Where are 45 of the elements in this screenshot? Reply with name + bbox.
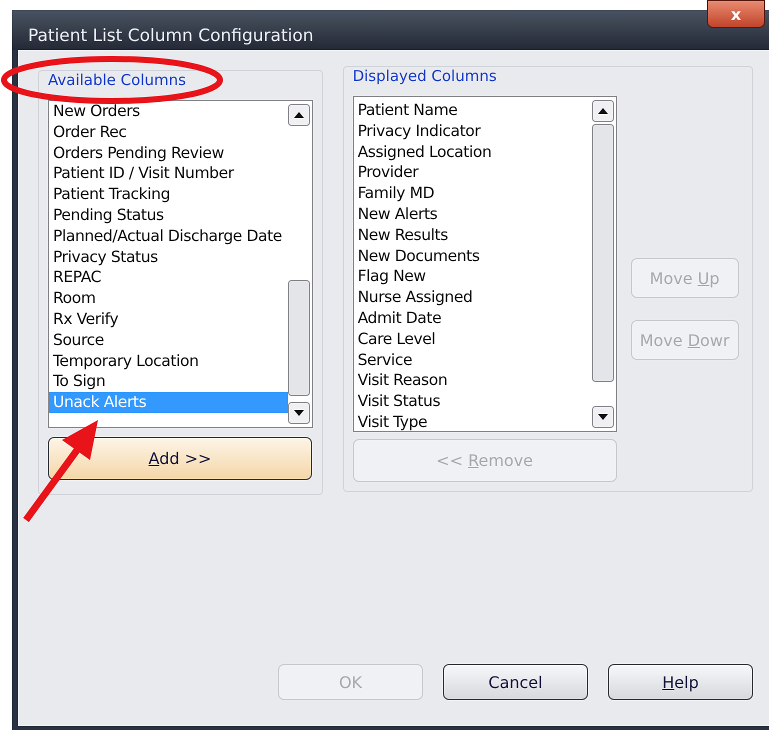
list-item[interactable]: Temporary Location — [49, 350, 288, 372]
list-item[interactable]: New Documents — [354, 246, 592, 266]
window-title: Patient List Column Configuration — [28, 26, 314, 46]
list-item[interactable]: Nurse Assigned — [354, 287, 592, 308]
add-button[interactable]: Add >> — [48, 437, 312, 480]
dialog-button[interactable]: Help — [608, 664, 753, 700]
list-item[interactable]: Patient Tracking — [49, 184, 288, 205]
list-item[interactable]: Pending Status — [49, 204, 288, 226]
list-item[interactable]: Privacy Indicator — [354, 120, 592, 142]
dialog-button[interactable]: Cancel — [443, 664, 588, 700]
scroll-down-icon[interactable] — [288, 402, 310, 424]
list-item[interactable]: Order Rec — [49, 122, 288, 143]
list-item[interactable]: Patient ID / Visit Number — [49, 163, 288, 184]
list-item[interactable]: Family MD — [354, 183, 592, 204]
list-item[interactable]: New Alerts — [354, 204, 592, 225]
list-item[interactable]: Care Level — [354, 328, 592, 350]
list-item[interactable]: Visit Reason — [354, 370, 592, 392]
list-item[interactable]: Source — [49, 330, 288, 351]
scroll-thumb[interactable] — [592, 124, 614, 382]
list-item[interactable]: Planned/Actual Discharge Date — [49, 226, 288, 247]
available-list[interactable] — [48, 100, 313, 428]
list-item[interactable]: Patient Name — [354, 100, 592, 121]
list-item[interactable]: Assigned Location — [354, 142, 592, 162]
list-item[interactable]: To Sign — [49, 371, 288, 392]
list-item[interactable]: Provider — [354, 162, 592, 184]
group-title: Displayed Columns — [352, 66, 497, 87]
close-button[interactable]: x — [707, 0, 765, 28]
group-title: Available Columns — [48, 70, 186, 91]
list-item[interactable]: Orders Pending Review — [49, 142, 288, 164]
scroll-thumb[interactable] — [288, 280, 310, 396]
list-item[interactable]: Privacy Status — [49, 246, 288, 268]
list-item[interactable]: New Orders — [49, 101, 288, 122]
scroll-up-icon[interactable] — [288, 104, 310, 126]
list-item[interactable]: Visit Type — [354, 412, 592, 431]
list-item[interactable]: Room — [49, 288, 288, 309]
list-item[interactable]: New Results — [354, 224, 592, 246]
list-item[interactable]: Flag New — [354, 266, 592, 288]
list-item[interactable]: Rx Verify — [49, 308, 288, 330]
list-item[interactable]: Visit Status — [354, 391, 592, 412]
displayed-list[interactable]: Patient Name Privacy Indicator Assigned Location Provider Family MD New Alerts New Results New Documents Flag New Nurse Assigned Admit Date Care Level Service Visit Reason Visit Status Visit Type — [352, 96, 617, 432]
list-item[interactable]: REPAC — [49, 267, 288, 288]
list-item[interactable]: Admit Date — [354, 308, 592, 329]
scroll-down-icon[interactable] — [592, 406, 614, 428]
scroll-up-icon[interactable] — [592, 100, 614, 122]
list-item[interactable]: Service — [354, 350, 592, 370]
